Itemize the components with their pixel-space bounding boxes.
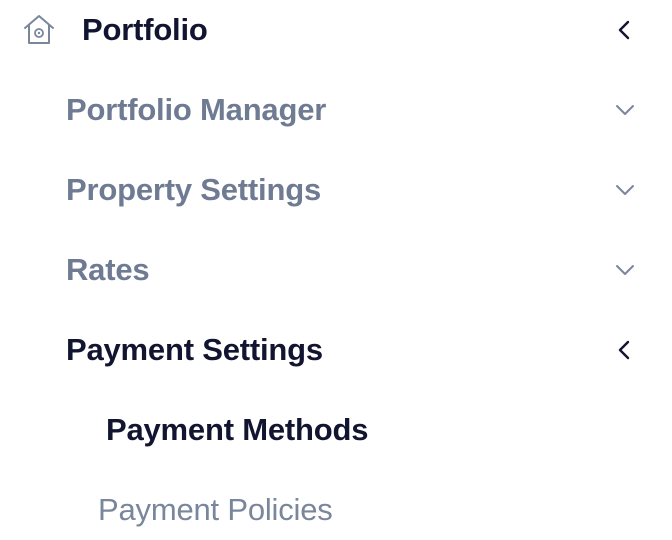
chevron-left-icon[interactable] [612,17,638,43]
nav-subitem-payment-policies-label: Payment Policies [98,492,333,527]
nav-item-portfolio-manager-label: Portfolio Manager [66,92,327,127]
chevron-down-icon[interactable] [612,257,638,283]
nav-subitem-payment-policies[interactable]: Payment Policies [0,480,672,540]
chevron-left-icon[interactable] [612,337,638,363]
home-icon [24,15,54,44]
nav-item-portfolio-manager[interactable]: Portfolio Manager [0,80,672,140]
nav-subitem-payment-methods-label: Payment Methods [106,412,369,447]
nav-item-rates-label: Rates [66,252,150,287]
nav-item-property-settings-label: Property Settings [66,172,321,207]
sidebar-nav: Portfolio Portfolio Manager Property Set… [0,0,672,540]
chevron-down-icon[interactable] [612,97,638,123]
nav-item-payment-settings[interactable]: Payment Settings [0,320,672,380]
nav-item-property-settings[interactable]: Property Settings [0,160,672,220]
nav-item-portfolio[interactable]: Portfolio [0,0,672,60]
chevron-down-icon[interactable] [612,177,638,203]
nav-subitem-payment-methods[interactable]: Payment Methods [0,400,672,460]
nav-item-rates[interactable]: Rates [0,240,672,300]
nav-item-payment-settings-label: Payment Settings [66,332,323,367]
nav-item-portfolio-label: Portfolio [82,12,208,47]
